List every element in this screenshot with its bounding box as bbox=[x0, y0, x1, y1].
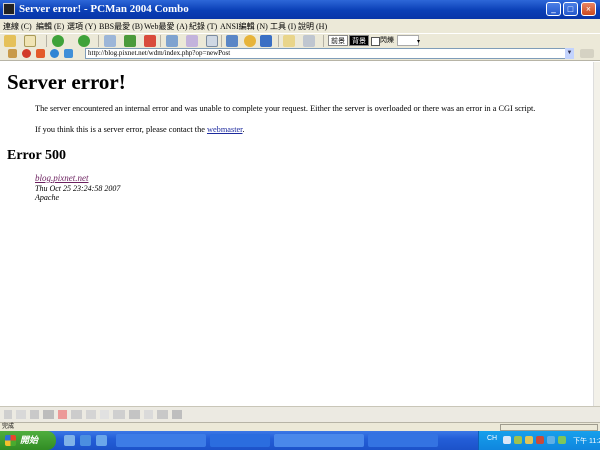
connect-icon[interactable] bbox=[4, 35, 16, 47]
timestamp: Thu Oct 25 23:24:58 2007 bbox=[35, 183, 121, 193]
favorites-icon[interactable] bbox=[64, 49, 73, 58]
tab-item[interactable] bbox=[43, 410, 54, 419]
contact-prefix: If you think this is a server error, ple… bbox=[35, 125, 207, 134]
server-address: blog.pixnet.net Thu Oct 25 23:24:58 2007… bbox=[35, 173, 121, 203]
tab-item[interactable] bbox=[113, 410, 125, 419]
menu-edit[interactable]: 編輯 (E) bbox=[36, 21, 64, 32]
webmaster-link[interactable]: webmaster bbox=[207, 125, 242, 134]
tray-icon[interactable] bbox=[536, 436, 544, 444]
page-content: Server error! The server encountered an … bbox=[0, 62, 593, 406]
home-icon[interactable] bbox=[8, 49, 17, 58]
toolbar: 前景 背景 閃爍 ▾ bbox=[0, 33, 600, 49]
menu-bar: 連線 (C) 編輯 (E) 選項 (Y) BBS最愛 (B) Web最愛 (A)… bbox=[0, 19, 600, 33]
start-label: 開始 bbox=[20, 435, 39, 445]
forward-icon[interactable] bbox=[78, 35, 90, 47]
back-icon[interactable] bbox=[52, 35, 64, 47]
tray-icon[interactable] bbox=[503, 436, 511, 444]
windows-logo-icon bbox=[5, 435, 16, 446]
address-bar: http://blog.pixnet.net/wdm/index.php?op=… bbox=[0, 48, 600, 61]
background-color-button[interactable]: 背景 bbox=[349, 35, 369, 46]
quick-launch-icon[interactable] bbox=[96, 435, 107, 446]
tab-item[interactable] bbox=[58, 410, 67, 419]
copy-icon[interactable] bbox=[104, 35, 116, 47]
system-tray: CH 下午 11:25 bbox=[478, 431, 600, 450]
error-code-heading: Error 500 bbox=[7, 148, 66, 163]
minimize-button[interactable]: _ bbox=[546, 2, 561, 16]
new-icon[interactable] bbox=[24, 35, 36, 47]
taskbar: 開始 CH 下午 11:25 bbox=[0, 431, 600, 450]
blink-checkbox[interactable] bbox=[371, 37, 380, 46]
vertical-scrollbar[interactable] bbox=[593, 62, 600, 406]
clock: 下午 11:25 bbox=[573, 438, 600, 445]
refresh-icon[interactable] bbox=[144, 35, 156, 47]
menu-ansi-edit[interactable]: ANSI編輯 (N) bbox=[220, 21, 268, 32]
tab-item[interactable] bbox=[86, 410, 96, 419]
taskbar-button[interactable] bbox=[210, 434, 270, 447]
url-input[interactable]: http://blog.pixnet.net/wdm/index.php?op=… bbox=[85, 48, 574, 59]
tray-icon[interactable] bbox=[514, 436, 522, 444]
taskbar-button[interactable] bbox=[368, 434, 438, 447]
settings-icon[interactable] bbox=[303, 35, 315, 47]
blink-label: 閃爍 bbox=[380, 37, 394, 44]
tab-item[interactable] bbox=[172, 410, 182, 419]
tray-icon[interactable] bbox=[558, 436, 566, 444]
page-title: Server error! bbox=[7, 70, 126, 94]
lock-icon[interactable] bbox=[186, 35, 198, 47]
tab-item[interactable] bbox=[30, 410, 39, 419]
tab-item[interactable] bbox=[100, 410, 109, 419]
language-indicator[interactable]: CH bbox=[487, 435, 497, 442]
close-button[interactable]: × bbox=[581, 2, 596, 16]
tab-item[interactable] bbox=[144, 410, 153, 419]
menu-options[interactable]: 選項 (Y) bbox=[67, 21, 96, 32]
globe-icon[interactable] bbox=[244, 35, 256, 47]
tab-item[interactable] bbox=[4, 410, 12, 419]
menu-tools[interactable]: 工具 (I) bbox=[270, 21, 296, 32]
quick-launch-icon[interactable] bbox=[80, 435, 91, 446]
window-title: Server error! - PCMan 2004 Combo bbox=[19, 3, 189, 15]
menu-help[interactable]: 說明 (H) bbox=[298, 21, 327, 32]
go-button[interactable] bbox=[580, 49, 594, 58]
tab-item[interactable] bbox=[16, 410, 26, 419]
tray-icon[interactable] bbox=[525, 436, 533, 444]
rss-icon[interactable] bbox=[36, 49, 45, 58]
paste-icon[interactable] bbox=[124, 35, 136, 47]
host-link[interactable]: blog.pixnet.net bbox=[35, 173, 89, 183]
tab-strip bbox=[0, 406, 600, 423]
menu-connection[interactable]: 連線 (C) bbox=[3, 21, 32, 32]
server-name: Apache bbox=[35, 193, 59, 202]
foreground-color-button[interactable]: 前景 bbox=[328, 35, 348, 46]
menu-history[interactable]: 紀錄 (T) bbox=[189, 21, 217, 32]
stop-icon[interactable] bbox=[22, 49, 31, 58]
start-button[interactable]: 開始 bbox=[0, 431, 56, 450]
url-dropdown-icon[interactable]: ▼ bbox=[565, 48, 574, 59]
page-icon[interactable] bbox=[206, 35, 218, 47]
user-icon[interactable] bbox=[226, 35, 238, 47]
error-message: The server encountered an internal error… bbox=[35, 104, 536, 113]
taskbar-button[interactable] bbox=[116, 434, 206, 447]
contact-suffix: . bbox=[242, 125, 245, 134]
note-icon[interactable] bbox=[283, 35, 295, 47]
tray-icon[interactable] bbox=[547, 436, 555, 444]
globe-icon[interactable] bbox=[50, 49, 59, 58]
menu-bbs-favorites[interactable]: BBS最愛 (B) bbox=[99, 21, 143, 32]
tab-item[interactable] bbox=[157, 410, 168, 419]
title-bar[interactable]: Server error! - PCMan 2004 Combo _ □ × bbox=[0, 0, 600, 19]
chevron-down-icon[interactable]: ▾ bbox=[417, 38, 420, 45]
quick-launch-icon[interactable] bbox=[64, 435, 75, 446]
address-book-icon[interactable] bbox=[260, 35, 272, 47]
tab-item[interactable] bbox=[71, 410, 82, 419]
maximize-button[interactable]: □ bbox=[563, 2, 578, 16]
tool-icon[interactable] bbox=[166, 35, 178, 47]
tab-item[interactable] bbox=[129, 410, 140, 419]
app-icon bbox=[3, 3, 15, 15]
color-select[interactable] bbox=[397, 35, 419, 46]
status-panel bbox=[500, 424, 598, 431]
contact-paragraph: If you think this is a server error, ple… bbox=[35, 125, 245, 134]
menu-web-favorites[interactable]: Web最愛 (A) bbox=[144, 21, 188, 32]
taskbar-button[interactable] bbox=[274, 434, 364, 447]
